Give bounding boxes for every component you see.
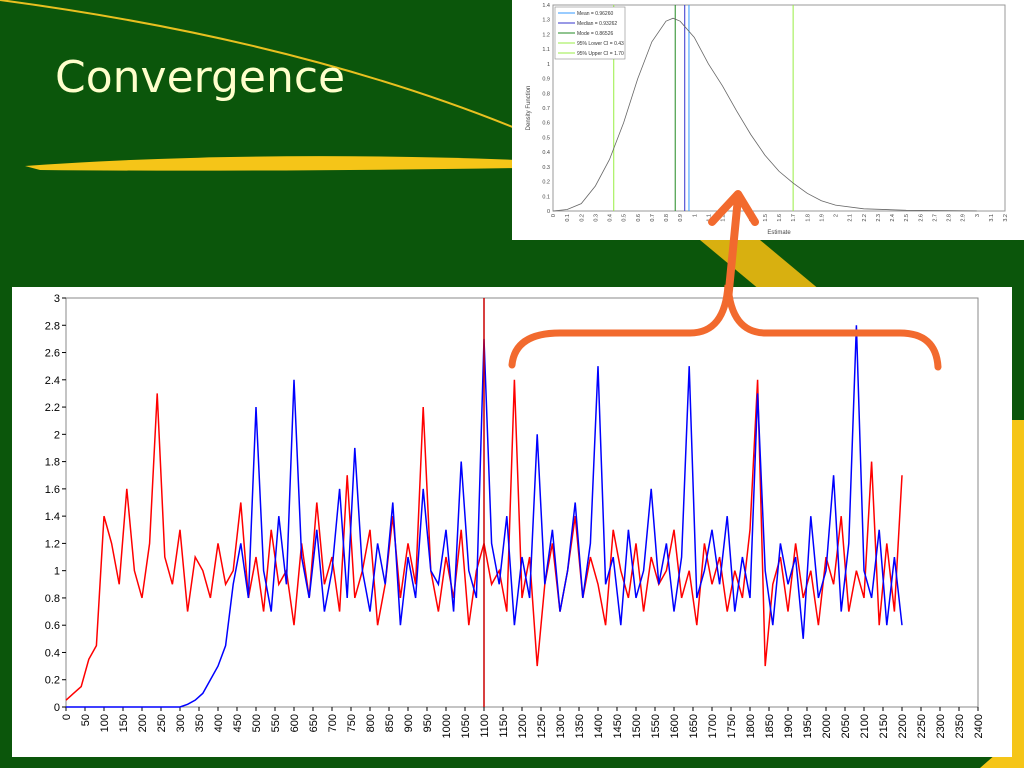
annotation-overlay [508,190,942,371]
arrow-up-icon [708,190,759,304]
